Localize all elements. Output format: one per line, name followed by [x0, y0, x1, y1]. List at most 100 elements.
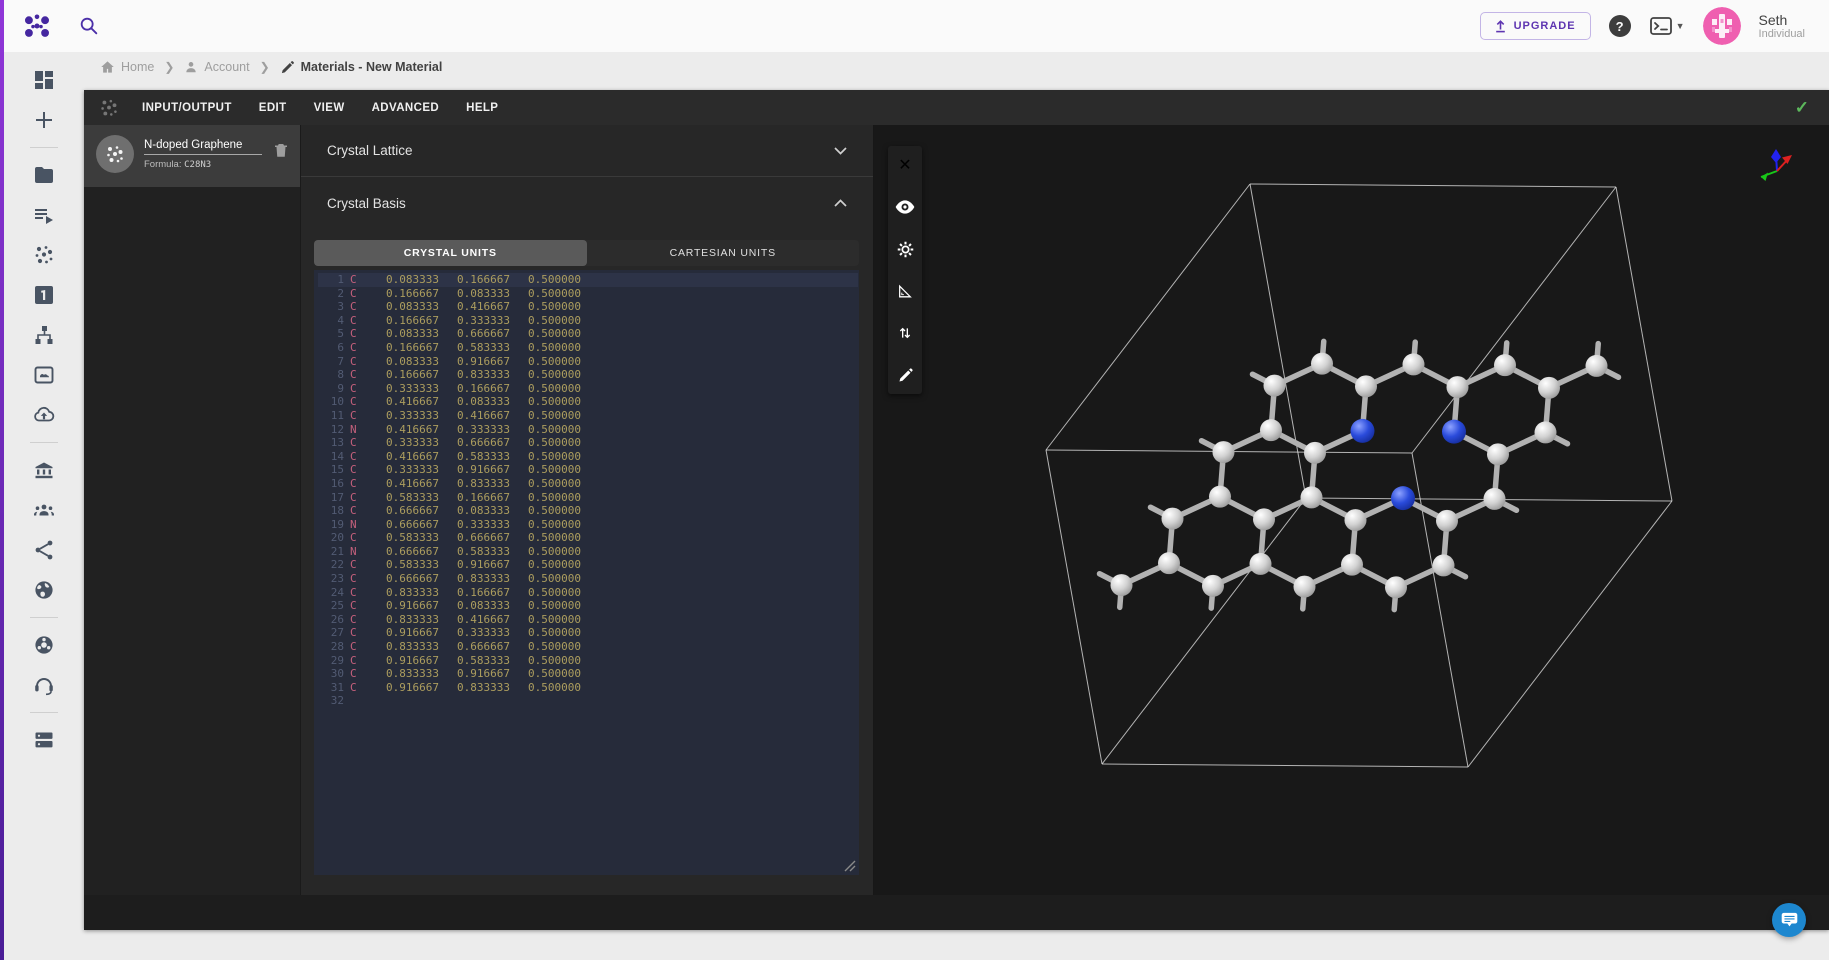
basis-row[interactable]: 22C0.5833330.9166670.500000 [318, 558, 859, 572]
crystal-basis-accordion[interactable]: Crystal Basis [301, 177, 873, 229]
basis-row[interactable]: 24C0.8333330.1666670.500000 [318, 586, 859, 600]
edit-icon[interactable] [895, 365, 915, 385]
basis-row[interactable]: 9C0.3333330.1666670.500000 [318, 382, 859, 396]
basis-row[interactable]: 26C0.8333330.4166670.500000 [318, 613, 859, 627]
basis-row[interactable]: 25C0.9166670.0833330.500000 [318, 599, 859, 613]
resize-handle[interactable] [844, 860, 856, 872]
atom-C[interactable] [1158, 552, 1180, 574]
basis-row[interactable]: 19N0.6666670.3333330.500000 [318, 518, 859, 532]
basis-row[interactable]: 31C0.9166670.8333330.500000 [318, 681, 859, 695]
basis-row[interactable]: 18C0.6666670.0833330.500000 [318, 504, 859, 518]
basis-row[interactable]: 20C0.5833330.6666670.500000 [318, 531, 859, 545]
sidebar-item-team[interactable] [32, 498, 56, 522]
atom-C[interactable] [1202, 575, 1224, 597]
sidebar-item-unit[interactable] [32, 283, 56, 307]
material-name-input[interactable] [144, 137, 262, 155]
basis-row[interactable]: 2C0.1666670.0833330.500000 [318, 287, 859, 301]
brand-logo-icon[interactable] [22, 11, 52, 41]
atom-C[interactable] [1538, 377, 1560, 399]
atom-C[interactable] [1250, 553, 1272, 575]
close-icon[interactable]: ✕ [895, 155, 915, 175]
basis-row[interactable]: 27C0.9166670.3333330.500000 [318, 626, 859, 640]
sidebar-item-share[interactable] [32, 538, 56, 562]
basis-row[interactable]: 8C0.1666670.8333330.500000 [318, 368, 859, 382]
atoms[interactable] [1110, 353, 1607, 599]
atom-C[interactable] [1494, 354, 1516, 376]
atom-C[interactable] [1436, 510, 1458, 532]
atom-C[interactable] [1446, 376, 1468, 398]
basis-row[interactable]: 15C0.3333330.9166670.500000 [318, 463, 859, 477]
atom-C[interactable] [1293, 576, 1315, 598]
menu-item-help[interactable]: HELP [466, 102, 498, 114]
atom-C[interactable] [1403, 353, 1425, 375]
atom-C[interactable] [1385, 576, 1407, 598]
menu-item-edit[interactable]: EDIT [259, 102, 287, 114]
sidebar-item-jobs[interactable] [32, 203, 56, 227]
basis-row[interactable]: 12N0.4166670.3333330.500000 [318, 423, 859, 437]
basis-row[interactable]: 29C0.9166670.5833330.500000 [318, 654, 859, 668]
sidebar-item-cloud-upload[interactable] [32, 403, 56, 427]
atom-C[interactable] [1301, 486, 1323, 508]
atom-C[interactable] [1161, 508, 1183, 530]
breadcrumb-account[interactable]: Account [184, 60, 249, 74]
breadcrumb-home[interactable]: Home [100, 60, 154, 74]
sidebar-item-materials[interactable] [32, 243, 56, 267]
atom-C[interactable] [1253, 508, 1275, 530]
measure-icon[interactable] [895, 281, 915, 301]
sidebar-item-workflows[interactable] [32, 323, 56, 347]
tab-crystal-units[interactable]: CRYSTAL UNITS [314, 240, 587, 266]
basis-row[interactable]: 21N0.6666670.5833330.500000 [318, 545, 859, 559]
basis-row[interactable]: 14C0.4166670.5833330.500000 [318, 450, 859, 464]
chat-launcher[interactable] [1772, 903, 1806, 937]
atom-C[interactable] [1263, 375, 1285, 397]
settings-icon[interactable] [895, 239, 915, 259]
delete-material-icon[interactable] [272, 141, 290, 161]
sidebar-item-wheel[interactable] [32, 633, 56, 657]
crystal-scene[interactable] [874, 125, 1826, 895]
swap-axes-icon[interactable] [895, 323, 915, 343]
upgrade-button[interactable]: UPGRADE [1480, 12, 1591, 40]
basis-row[interactable]: 17C0.5833330.1666670.500000 [318, 491, 859, 505]
sidebar-item-globe[interactable] [32, 578, 56, 602]
atom-C[interactable] [1586, 355, 1608, 377]
atom-C[interactable] [1484, 488, 1506, 510]
basis-row[interactable]: 4C0.1666670.3333330.500000 [318, 314, 859, 328]
sidebar-item-bank[interactable] [32, 458, 56, 482]
atom-C[interactable] [1209, 486, 1231, 508]
basis-row[interactable]: 28C0.8333330.6666670.500000 [318, 640, 859, 654]
console-menu-button[interactable]: ▼ [1649, 15, 1685, 37]
material-card[interactable]: Formula: C28N3 [84, 125, 300, 187]
atom-N[interactable] [1351, 419, 1375, 443]
atom-C[interactable] [1311, 353, 1333, 375]
sidebar-item-folder[interactable] [32, 163, 56, 187]
user-menu[interactable]: Seth Individual [1759, 12, 1805, 41]
atom-C[interactable] [1260, 419, 1282, 441]
sidebar-item-storage[interactable] [32, 728, 56, 752]
basis-row[interactable]: 30C0.8333330.9166670.500000 [318, 667, 859, 681]
basis-code-editor[interactable]: 1C0.0833330.1666670.5000002C0.1666670.08… [314, 270, 859, 875]
help-icon[interactable]: ? [1609, 15, 1631, 37]
basis-row-empty[interactable]: 32 [318, 694, 859, 708]
atom-C[interactable] [1344, 509, 1366, 531]
basis-row[interactable]: 10C0.4166670.0833330.500000 [318, 395, 859, 409]
basis-row[interactable]: 16C0.4166670.8333330.500000 [318, 477, 859, 491]
basis-row[interactable]: 11C0.3333330.4166670.500000 [318, 409, 859, 423]
basis-row[interactable]: 13C0.3333330.6666670.500000 [318, 436, 859, 450]
save-check-icon[interactable]: ✓ [1795, 98, 1809, 118]
atom-N[interactable] [1442, 420, 1466, 444]
atom-C[interactable] [1110, 574, 1132, 596]
menu-item-advanced[interactable]: ADVANCED [372, 102, 440, 114]
basis-row[interactable]: 7C0.0833330.9166670.500000 [318, 355, 859, 369]
structure-viewer-3d[interactable]: ✕ [874, 125, 1829, 895]
avatar[interactable] [1703, 7, 1741, 45]
crystal-lattice-accordion[interactable]: Crystal Lattice [301, 125, 873, 177]
basis-row[interactable]: 3C0.0833330.4166670.500000 [318, 300, 859, 314]
basis-row[interactable]: 6C0.1666670.5833330.500000 [318, 341, 859, 355]
tab-cartesian-units[interactable]: CARTESIAN UNITS [587, 240, 860, 266]
sidebar-item-add[interactable] [32, 108, 56, 132]
basis-row[interactable]: 23C0.6666670.8333330.500000 [318, 572, 859, 586]
atom-C[interactable] [1212, 441, 1234, 463]
atom-N[interactable] [1391, 486, 1415, 510]
axes-gizmo[interactable] [1751, 141, 1803, 189]
atom-C[interactable] [1433, 554, 1455, 576]
